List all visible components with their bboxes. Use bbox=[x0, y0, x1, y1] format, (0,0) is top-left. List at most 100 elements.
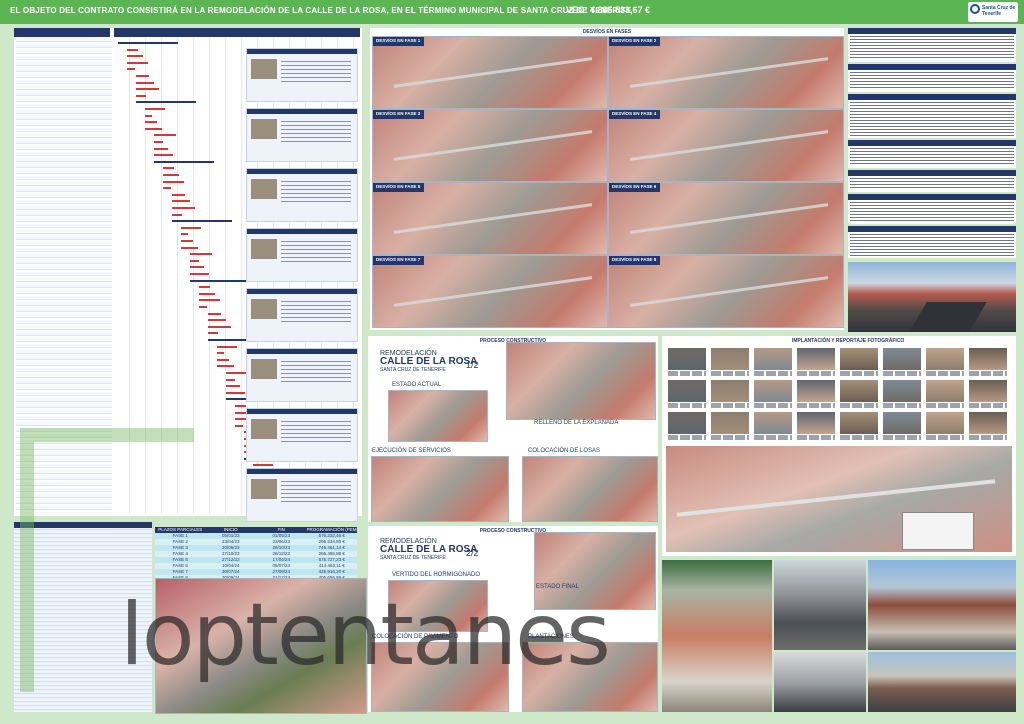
gantt-bar bbox=[172, 207, 195, 209]
implantacion-panel: IMPLANTACIÓN Y REPORTAJE FOTOGRÁFICO bbox=[662, 336, 1016, 556]
gantt-bar bbox=[172, 220, 232, 223]
desvio-label: DESVÍOS EN FASE 6 bbox=[609, 183, 661, 192]
site-photo-caption bbox=[840, 435, 878, 440]
gantt-bar bbox=[190, 266, 204, 269]
phase-card-bar bbox=[247, 349, 357, 354]
description-block-text bbox=[850, 202, 1014, 222]
site-photo bbox=[969, 348, 1007, 370]
phase-card bbox=[246, 408, 358, 462]
site-photo-caption bbox=[969, 435, 1007, 440]
fraction-label: 2/2 bbox=[466, 548, 479, 558]
description-block-text bbox=[850, 72, 1014, 90]
gantt-bar bbox=[199, 306, 207, 308]
desvio-map: DESVÍOS EN FASE 8 bbox=[608, 255, 844, 328]
header-title: EL OBJETO DEL CONTRATO CONSISTIRÁ EN LA … bbox=[10, 6, 632, 15]
gantt-bar bbox=[235, 405, 246, 407]
site-photo bbox=[840, 348, 878, 370]
proceso-heading-2: REMODELACIÓN CALLE DE LA ROSA SANTA CRUZ… bbox=[380, 538, 477, 562]
site-photo-caption bbox=[754, 435, 792, 440]
gantt-bar bbox=[235, 424, 243, 427]
gantt-bar bbox=[217, 352, 224, 355]
phase-card-thumb bbox=[251, 299, 277, 319]
desvio-map: DESVÍOS EN FASE 6 bbox=[608, 182, 844, 255]
gantt-bar bbox=[154, 141, 163, 143]
gantt-bar bbox=[253, 464, 273, 467]
site-photo bbox=[969, 380, 1007, 402]
gantt-bar bbox=[226, 391, 245, 394]
site-photo-caption bbox=[711, 371, 749, 376]
phase-card-bar bbox=[247, 49, 357, 54]
gantt-bar bbox=[163, 174, 179, 176]
description-block-bar bbox=[848, 28, 1016, 34]
gantt-bar bbox=[154, 147, 168, 150]
implantacion-title: IMPLANTACIÓN Y REPORTAJE FOTOGRÁFICO bbox=[792, 338, 905, 344]
phase-card-thumb bbox=[251, 59, 277, 79]
description-block-bar bbox=[848, 64, 1016, 70]
proceso-img-relleno bbox=[506, 342, 656, 420]
site-photo-caption bbox=[840, 371, 878, 376]
site-photo bbox=[797, 412, 835, 434]
city-name: SANTA CRUZ DE TENERIFE bbox=[380, 555, 446, 561]
site-photo bbox=[711, 412, 749, 434]
description-block-bar bbox=[848, 170, 1016, 176]
site-photo-caption bbox=[754, 371, 792, 376]
gantt-bar bbox=[208, 332, 218, 335]
proceso-img-estado-actual bbox=[388, 390, 488, 442]
gantt-bar bbox=[226, 385, 240, 388]
city-name: SANTA CRUZ DE TENERIFE bbox=[380, 367, 446, 373]
phase-card-lines bbox=[281, 61, 351, 83]
step-label: COLOCACIÓN DE LOSAS bbox=[528, 448, 601, 454]
site-photo-caption bbox=[883, 403, 921, 408]
description-block-text bbox=[850, 234, 1014, 256]
gantt-bar bbox=[145, 114, 152, 117]
description-block-text bbox=[850, 148, 1014, 166]
street-name: CALLE DE LA ROSA bbox=[380, 356, 478, 367]
watermark-text: loptentanes bbox=[120, 585, 611, 685]
site-photo-caption bbox=[969, 371, 1007, 376]
desvio-label: DESVÍOS EN FASE 2 bbox=[609, 37, 661, 46]
description-block bbox=[848, 28, 1016, 62]
road-overlay bbox=[629, 130, 829, 161]
site-photo bbox=[668, 380, 706, 402]
site-photo bbox=[840, 412, 878, 434]
gantt-bar bbox=[217, 365, 234, 368]
site-photo-caption bbox=[711, 435, 749, 440]
site-photo bbox=[840, 380, 878, 402]
description-block bbox=[848, 194, 1016, 224]
logo-mark-icon bbox=[970, 4, 980, 14]
gantt-bar bbox=[226, 372, 248, 374]
phase-card-lines bbox=[281, 241, 351, 263]
street-name: CALLE DE LA ROSA bbox=[380, 544, 478, 555]
phase-card-bar bbox=[247, 229, 357, 234]
desvio-map: DESVÍOS EN FASE 7 bbox=[372, 255, 608, 328]
desvio-label: DESVÍOS EN FASE 4 bbox=[609, 110, 661, 119]
phase-card-lines bbox=[281, 121, 351, 143]
description-block-bar bbox=[848, 194, 1016, 200]
step-label: VERTIDO DEL HORMIGONADO bbox=[392, 572, 481, 578]
description-block bbox=[848, 170, 1016, 192]
desvio-label: DESVÍOS EN FASE 7 bbox=[373, 256, 425, 265]
road-overlay bbox=[393, 57, 593, 88]
phase-card-thumb bbox=[251, 119, 277, 139]
site-photo-caption bbox=[668, 403, 706, 408]
site-photo bbox=[883, 412, 921, 434]
desvio-map: DESVÍOS EN FASE 2 bbox=[608, 36, 844, 109]
site-photo bbox=[797, 380, 835, 402]
gantt-bar bbox=[199, 299, 220, 302]
municipality-logo: Santa Cruz de Tenerife bbox=[968, 2, 1018, 22]
site-photo bbox=[754, 348, 792, 370]
logo-text: Santa Cruz de Tenerife bbox=[982, 5, 1016, 17]
desvio-map: DESVÍOS EN FASE 4 bbox=[608, 109, 844, 182]
gantt-bar bbox=[154, 160, 214, 163]
gantt-bar bbox=[127, 48, 138, 51]
site-photo bbox=[668, 348, 706, 370]
site-photo bbox=[883, 380, 921, 402]
street-photo-5 bbox=[868, 652, 1016, 712]
gantt-bar bbox=[208, 312, 221, 315]
gantt-bar bbox=[127, 55, 143, 58]
road-overlay bbox=[629, 57, 829, 88]
implantacion-map bbox=[666, 446, 1012, 552]
legend-box bbox=[902, 512, 974, 550]
gantt-bar bbox=[145, 121, 157, 124]
road-overlay bbox=[393, 203, 593, 234]
